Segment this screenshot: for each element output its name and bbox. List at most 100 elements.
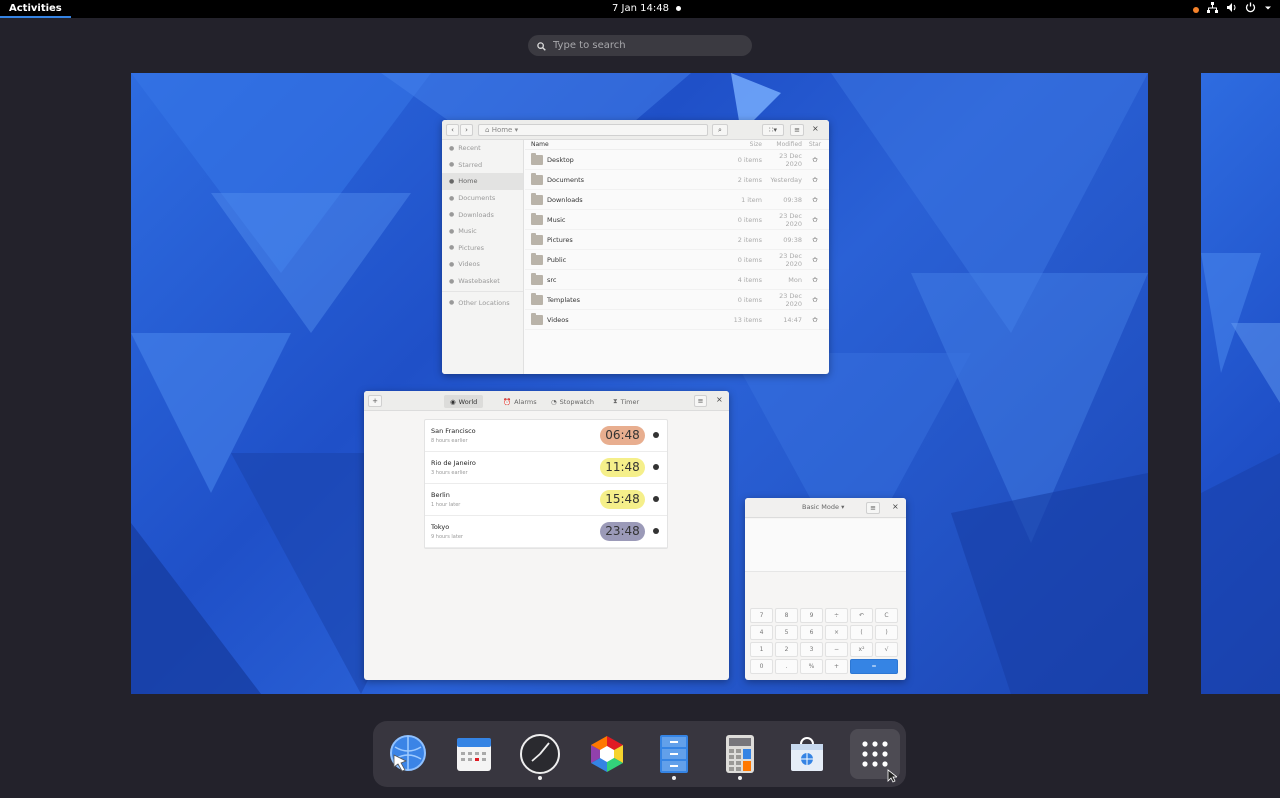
star-icon[interactable]: ✩ (802, 296, 828, 304)
column-size[interactable]: Size (720, 141, 762, 148)
remove-city-icon[interactable] (653, 528, 659, 534)
column-name[interactable]: Name (525, 141, 720, 148)
star-icon[interactable]: ✩ (802, 256, 828, 264)
menu-button[interactable]: ≡ (790, 124, 804, 136)
activities-button[interactable]: Activities (0, 0, 71, 18)
search-button[interactable]: ⌕ (712, 124, 728, 136)
dock-software[interactable] (584, 731, 630, 777)
remove-city-icon[interactable] (653, 432, 659, 438)
clock-display[interactable]: 7 Jan 14:48 (612, 3, 669, 14)
file-name: Public (547, 255, 567, 264)
search-input[interactable] (553, 40, 733, 51)
star-icon[interactable]: ✩ (802, 216, 828, 224)
files-window[interactable]: ‹ › ⌂ Home ▾ ⌕ ∷▾ ≡ × ● Recent ● Starred ● Ho… (442, 120, 829, 374)
calc-key[interactable]: 5 (775, 625, 798, 640)
calc-key[interactable]: − (825, 642, 848, 657)
file-row[interactable]: Documents 2 items Yesterday ✩ (525, 170, 829, 190)
star-icon[interactable]: ✩ (802, 316, 828, 324)
sidebar-item-music[interactable]: ● Music (442, 223, 523, 240)
calc-key[interactable]: 9 (800, 608, 823, 623)
file-row[interactable]: Downloads 1 item 09:38 ✩ (525, 190, 829, 210)
calc-key[interactable]: 1 (750, 642, 773, 657)
sidebar-item-recent[interactable]: ● Recent (442, 140, 523, 157)
calc-key[interactable]: = (850, 659, 898, 674)
calc-key[interactable]: 0 (750, 659, 773, 674)
city-row[interactable]: San Francisco 8 hours earlier 06:48 (425, 420, 667, 452)
menu-button[interactable]: ≡ (694, 395, 707, 407)
sidebar-item-downloads[interactable]: ● Downloads (442, 206, 523, 223)
close-button[interactable]: × (812, 124, 819, 133)
file-row[interactable]: Templates 0 items 23 Dec 2020 ✩ (525, 290, 829, 310)
dock-calendar[interactable] (451, 731, 497, 777)
star-icon[interactable]: ✩ (802, 156, 828, 164)
calculator-window[interactable]: Basic Mode ▾ ≡ × 7 8 9 ÷ ↶ C 4 5 6 ×() 1 2 3− x² √ 0.% +… (745, 498, 906, 680)
city-row[interactable]: Berlin 1 hour later 15:48 (425, 484, 667, 516)
calc-key[interactable]: ) (875, 625, 898, 640)
star-icon[interactable]: ✩ (802, 276, 828, 284)
tab-alarms[interactable]: ⏰ Alarms (497, 395, 543, 408)
add-city-button[interactable]: + (368, 395, 382, 407)
calc-key[interactable]: % (800, 659, 823, 674)
calc-key[interactable]: 8 (775, 608, 798, 623)
remove-city-icon[interactable] (653, 496, 659, 502)
tab-stopwatch[interactable]: ◔ Stopwatch (545, 395, 600, 408)
file-row[interactable]: Desktop 0 items 23 Dec 2020 ✩ (525, 150, 829, 170)
sidebar-item-other-locations[interactable]: ● Other Locations (442, 294, 523, 311)
sidebar-item-videos[interactable]: ● Videos (442, 256, 523, 273)
dock-store[interactable] (784, 731, 830, 777)
sidebar-item-pictures[interactable]: ● Pictures (442, 240, 523, 257)
clocks-window[interactable]: + ◉ World ⏰ Alarms ◔ Stopwatch ⧗ Timer ≡ × San … (364, 391, 729, 680)
folder-icon (531, 212, 543, 225)
file-row[interactable]: Public 0 items 23 Dec 2020 ✩ (525, 250, 829, 270)
calc-key[interactable]: . (775, 659, 798, 674)
calculator-display[interactable] (745, 519, 906, 572)
calc-key[interactable]: C (875, 608, 898, 623)
column-modified[interactable]: Modified (762, 141, 802, 148)
view-toggle-button[interactable]: ∷▾ (762, 124, 784, 136)
calc-key[interactable]: + (825, 659, 848, 674)
calc-key[interactable]: 4 (750, 625, 773, 640)
star-icon[interactable]: ✩ (802, 196, 828, 204)
calc-key[interactable]: ÷ (825, 608, 848, 623)
calc-key[interactable]: ( (850, 625, 873, 640)
calc-key[interactable]: 7 (750, 608, 773, 623)
sidebar-item-home[interactable]: ● Home (442, 173, 523, 190)
search-box[interactable] (528, 35, 752, 56)
forward-button[interactable]: › (460, 124, 473, 136)
calc-key[interactable]: √ (875, 642, 898, 657)
back-button[interactable]: ‹ (446, 124, 459, 136)
dock-files[interactable] (651, 731, 697, 777)
sidebar-item-starred[interactable]: ● Starred (442, 157, 523, 174)
file-row[interactable]: Pictures 2 items 09:38 ✩ (525, 230, 829, 250)
star-icon[interactable]: ✩ (802, 176, 828, 184)
menu-button[interactable]: ≡ (866, 502, 880, 514)
sidebar-item-wastebasket[interactable]: ● Wastebasket (442, 273, 523, 290)
calc-key[interactable]: x² (850, 642, 873, 657)
sidebar-item-documents[interactable]: ● Documents (442, 190, 523, 207)
remove-city-icon[interactable] (653, 464, 659, 470)
dock-web-browser[interactable] (384, 731, 430, 777)
hamburger-icon: ≡ (794, 126, 800, 134)
file-row[interactable]: src 4 items Mon ✩ (525, 270, 829, 290)
close-button[interactable]: × (716, 395, 723, 404)
calc-key[interactable]: ↶ (850, 608, 873, 623)
calc-key[interactable]: 3 (800, 642, 823, 657)
calc-key[interactable]: 2 (775, 642, 798, 657)
location-bar[interactable]: ⌂ Home ▾ (478, 124, 708, 136)
column-star[interactable]: Star (802, 141, 828, 148)
star-icon[interactable]: ✩ (802, 236, 828, 244)
city-row[interactable]: Rio de Janeiro 3 hours earlier 11:48 (425, 452, 667, 484)
calc-key[interactable]: × (825, 625, 848, 640)
close-button[interactable]: × (892, 502, 899, 511)
city-row[interactable]: Tokyo 9 hours later 23:48 (425, 516, 667, 548)
mode-selector[interactable]: Basic Mode ▾ (802, 503, 844, 511)
file-row[interactable]: Videos 13 items 14:47 ✩ (525, 310, 829, 330)
dock-clocks[interactable] (517, 731, 563, 777)
workspace-thumbnail-next[interactable] (1201, 73, 1280, 694)
calc-key[interactable]: 6 (800, 625, 823, 640)
file-row[interactable]: Music 0 items 23 Dec 2020 ✩ (525, 210, 829, 230)
dock-calculator[interactable] (717, 731, 763, 777)
tab-world[interactable]: ◉ World (444, 395, 484, 408)
tab-timer[interactable]: ⧗ Timer (607, 395, 645, 408)
system-tray[interactable] (1193, 2, 1272, 18)
